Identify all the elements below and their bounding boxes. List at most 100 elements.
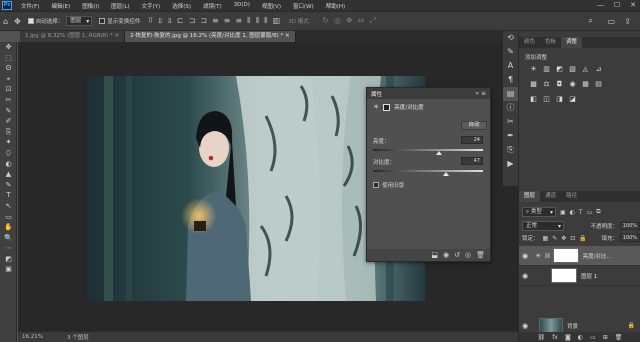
tool-icon[interactable]: ▲	[0, 169, 17, 180]
distribute-bottom-icon[interactable]: ≡	[235, 16, 242, 26]
tab-document-1[interactable]: 1.jpg @ 8.32% (图层 1, RGB/8) * ✕	[20, 31, 126, 42]
menu-item[interactable]: 选择(S)	[166, 2, 197, 10]
auto-align-icon[interactable]: ▥	[273, 16, 281, 26]
tool-icon[interactable]: ✎	[0, 180, 17, 191]
move-tool-icon[interactable]: ✥	[14, 17, 21, 26]
menu-item[interactable]: 帮助(H)	[320, 2, 351, 10]
tool-icon[interactable]: ◩	[0, 254, 17, 265]
adjustment-preset-icon[interactable]: ◨	[555, 95, 564, 103]
auto-button[interactable]: 自动	[461, 121, 487, 130]
lock-position-icon[interactable]: ✥	[561, 235, 566, 242]
tool-icon[interactable]: T	[0, 190, 17, 201]
contrast-slider-thumb[interactable]	[442, 172, 449, 176]
layers-footer-icon[interactable]: ▭	[590, 334, 596, 341]
home-icon[interactable]: ⌂	[3, 17, 8, 26]
adjustment-preset-icon[interactable]: ▦	[581, 80, 590, 88]
distribute-vcenter-icon[interactable]: ≡	[224, 16, 231, 26]
clip-to-layer-icon[interactable]: ⬓	[431, 251, 438, 259]
align-top-icon[interactable]: ⫪	[148, 16, 153, 26]
menu-item[interactable]: 3D(D)	[228, 2, 256, 10]
tool-icon[interactable]: ✂	[0, 95, 17, 106]
layers-footer-icon[interactable]: ⛓	[538, 334, 546, 341]
menu-item[interactable]: 图层(L)	[105, 2, 135, 10]
filter-kind-dropdown[interactable]: ⌕ 类型	[522, 207, 556, 217]
layer-name[interactable]: 背景	[567, 322, 578, 330]
tool-icon[interactable]: ↖	[0, 201, 17, 212]
document-info[interactable]: 3 个图层	[67, 333, 89, 341]
close-button[interactable]: ✕	[630, 1, 636, 9]
layers-footer-icon[interactable]: ◙	[565, 334, 571, 341]
menu-item[interactable]: 文件(F)	[15, 2, 45, 10]
layer-row-layer1[interactable]: ◉ 图层 1	[519, 266, 640, 286]
layer-name[interactable]: 图层 1	[581, 272, 597, 280]
delete-icon[interactable]: 🗑	[476, 251, 485, 259]
adjustment-preset-icon[interactable]: ◪	[568, 95, 577, 103]
actions-icon[interactable]: ▶	[503, 157, 518, 171]
brushes-icon[interactable]: ✒	[503, 129, 518, 143]
zoom-level[interactable]: 16.21%	[22, 334, 43, 340]
blend-mode-dropdown[interactable]: 正常	[522, 221, 564, 231]
tool-icon[interactable]: 🔍	[0, 233, 17, 244]
adjustment-preset-icon[interactable]: ◧	[529, 95, 538, 103]
layers-footer-icon[interactable]: ◐	[578, 334, 583, 341]
clone-source-icon[interactable]: ⎘	[503, 143, 518, 157]
tab-color[interactable]: 颜色	[519, 37, 540, 48]
adjustment-preset-icon[interactable]: ◘	[555, 80, 564, 88]
visibility-eye-icon[interactable]: ◉	[519, 322, 531, 330]
menu-item[interactable]: 滤镜(T)	[197, 2, 228, 10]
3d-pan-icon[interactable]: ✥	[346, 16, 353, 26]
info-icon[interactable]: ⓘ	[503, 101, 518, 115]
tool-icon[interactable]: ▭	[0, 212, 17, 223]
reset-icon[interactable]: ↺	[454, 251, 460, 259]
3d-slide-icon[interactable]: ⇔	[358, 16, 365, 26]
layers-footer-icon[interactable]: 🗑	[615, 334, 623, 341]
menu-item[interactable]: 文字(Y)	[136, 2, 167, 10]
filter-pixel-icon[interactable]: ▣	[560, 209, 566, 216]
menu-item[interactable]: 视图(V)	[256, 2, 287, 10]
legacy-checkbox[interactable]	[373, 182, 379, 188]
layer-row-adjustment[interactable]: ◉ ☀ ⛓ 亮度/对比...	[519, 246, 640, 266]
tool-icon[interactable]: ⋯	[0, 243, 17, 254]
distribute-right-icon[interactable]: ⦀	[264, 16, 268, 26]
workspace-icon[interactable]: ▭	[607, 17, 615, 26]
adjustment-preset-icon[interactable]: ☀	[529, 65, 538, 73]
background-thumbnail[interactable]	[539, 318, 563, 333]
menu-item[interactable]: 窗口(W)	[287, 2, 320, 10]
brightness-slider-thumb[interactable]	[436, 151, 442, 155]
close-tab-icon[interactable]: ✕	[285, 33, 290, 39]
opacity-field[interactable]: 100%	[620, 222, 640, 230]
share-icon[interactable]: ⇪	[624, 17, 631, 26]
menu-item[interactable]: 图像(I)	[76, 2, 105, 10]
properties-icon[interactable]: ▤	[503, 87, 518, 101]
adjustment-preset-icon[interactable]: ⚖	[542, 80, 551, 88]
tab-channels[interactable]: 通道	[540, 191, 561, 202]
layers-footer-icon[interactable]: fx	[552, 334, 558, 341]
tool-icon[interactable]: ✎	[0, 106, 17, 117]
tool-icon[interactable]: ⬚	[0, 53, 17, 64]
tool-icon[interactable]: ▣	[0, 264, 17, 275]
tool-icon[interactable]: ◐	[0, 159, 17, 170]
paragraph-icon[interactable]: ¶	[503, 73, 518, 87]
mask-icon[interactable]	[383, 103, 391, 111]
3d-roll-icon[interactable]: ◎	[334, 16, 341, 26]
tool-icon[interactable]: ʘ	[0, 63, 17, 74]
character-icon[interactable]: A	[503, 59, 518, 73]
lock-transparent-icon[interactable]: ▦	[543, 235, 549, 242]
tool-icon[interactable]: ⊡	[0, 84, 17, 95]
view-previous-icon[interactable]: ◉	[443, 251, 449, 259]
search-icon[interactable]: ⌕	[589, 16, 593, 26]
layer-name[interactable]: 亮度/对比...	[583, 252, 612, 260]
adjustment-preset-icon[interactable]: ▥	[542, 65, 551, 73]
close-tab-icon[interactable]: ✕	[114, 33, 119, 39]
lock-all-icon[interactable]: 🔒	[579, 235, 586, 242]
align-vcenter-icon[interactable]: ⫫	[158, 16, 163, 26]
history-icon[interactable]: ⟲	[503, 31, 518, 45]
align-left-icon[interactable]: ⊏	[177, 16, 184, 26]
filter-type-icon[interactable]: T	[579, 209, 583, 216]
minimize-button[interactable]: —	[597, 1, 604, 9]
filter-shape-icon[interactable]: ▭	[587, 209, 593, 216]
visibility-eye-icon[interactable]: ◉	[519, 272, 531, 280]
adjustment-preset-icon[interactable]: ▤	[594, 80, 603, 88]
contrast-value-field[interactable]: 47	[461, 157, 483, 165]
toggle-visibility-icon[interactable]: ◎	[465, 251, 471, 259]
